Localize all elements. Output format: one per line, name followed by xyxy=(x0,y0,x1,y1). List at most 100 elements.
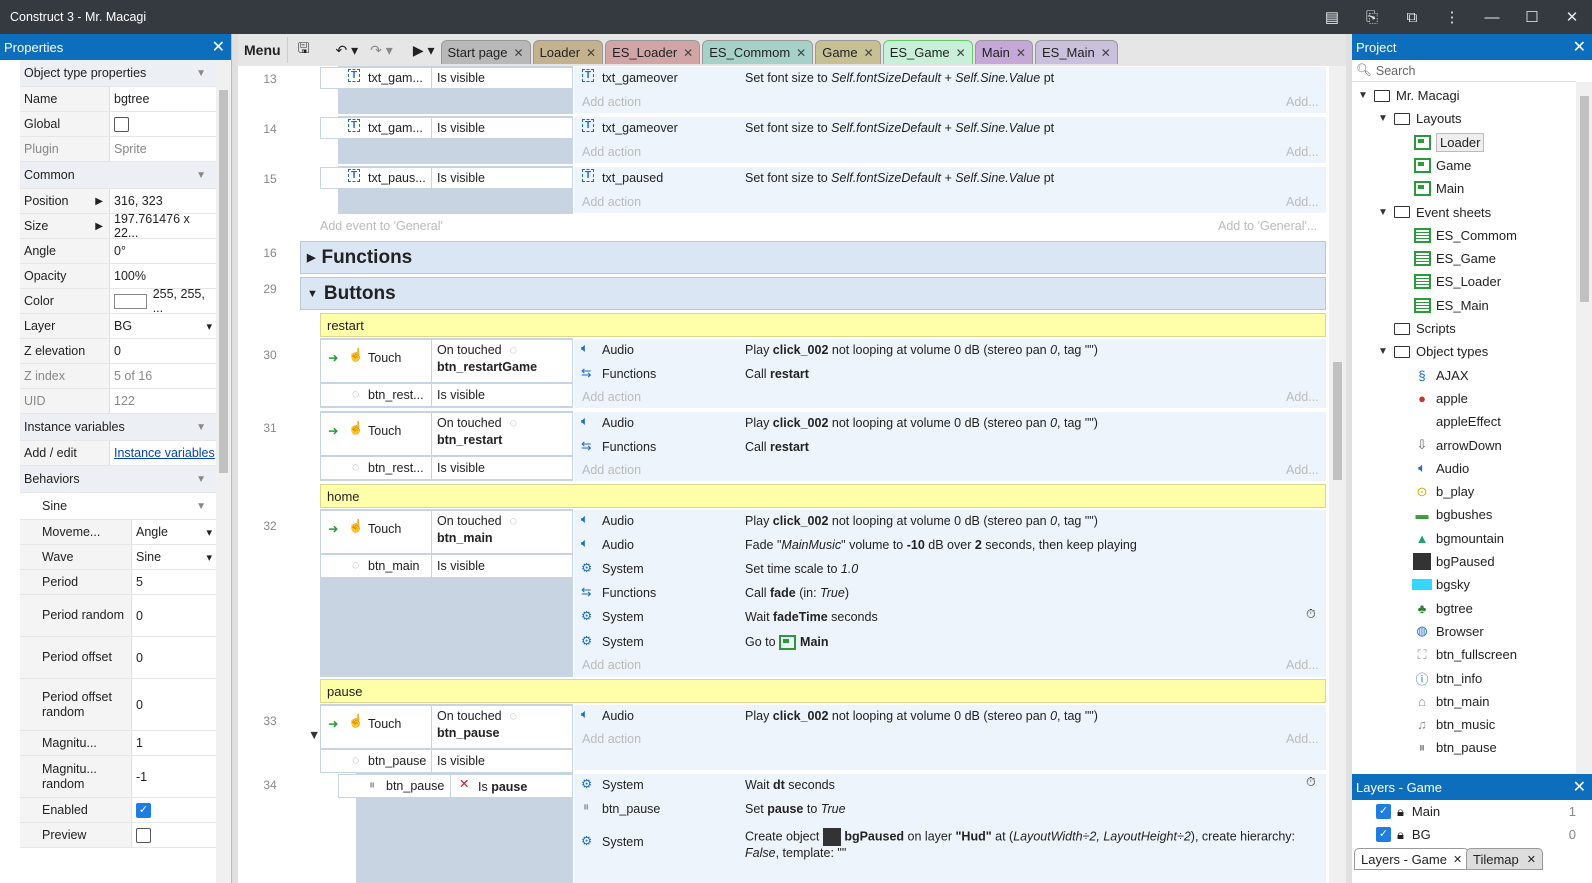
property-row[interactable]: Layer BG ▾ xyxy=(20,314,216,339)
property-row[interactable]: Moveme... Angle ▾ xyxy=(20,520,216,545)
add-action-link[interactable]: Add action xyxy=(582,658,641,672)
add-action-short[interactable]: Add... xyxy=(1286,732,1319,746)
tree-item-arrowdown[interactable]: ⇩ arrowDown xyxy=(1352,434,1576,457)
expand-icon[interactable]: ▶ xyxy=(95,219,103,234)
add-action-link[interactable]: Add action xyxy=(582,195,641,209)
comment-restart[interactable]: restart xyxy=(320,313,1326,337)
search-input[interactable]: 🔍︎ Search xyxy=(1352,60,1576,82)
tab-es-loader[interactable]: ES_Loader ✕ xyxy=(605,40,701,64)
visible-checkbox[interactable]: ✓ xyxy=(1376,827,1391,842)
section-header[interactable]: Instance variables ▼ xyxy=(20,414,216,441)
tree-item-loader[interactable]: Loader xyxy=(1352,131,1576,154)
clipboard-icon[interactable]: ▤ xyxy=(1312,0,1352,34)
tab-es-game[interactable]: ES_Game ✕ xyxy=(882,40,973,64)
tree-item-game[interactable]: Game xyxy=(1352,154,1576,177)
close-icon[interactable]: ✕ xyxy=(864,46,874,60)
tree-item-bgsky[interactable]: bgsky xyxy=(1352,573,1576,596)
add-action-link[interactable]: Add action xyxy=(582,390,641,404)
tab-layers-game[interactable]: Layers - Game ✕ xyxy=(1354,848,1470,870)
tree-item-b-play[interactable]: ⊙ b_play xyxy=(1352,480,1576,503)
close-icon[interactable]: ✕ xyxy=(1573,37,1586,57)
close-icon[interactable]: ✕ xyxy=(586,46,596,60)
redo-icon[interactable]: ↷ ▾ xyxy=(364,37,399,63)
property-row[interactable]: Size ▶ 197.761476 x 22... xyxy=(20,212,216,240)
tree-item-object-types[interactable]: ▼ Object types xyxy=(1352,340,1576,363)
tab-main[interactable]: Main ✕ xyxy=(974,40,1033,64)
tree-item-main[interactable]: Main xyxy=(1352,177,1576,200)
properties-scrollbar[interactable] xyxy=(216,60,231,883)
property-row[interactable]: Position ▶ 316, 323 xyxy=(20,189,216,214)
tab-start-page[interactable]: Start page ✕ xyxy=(440,40,531,64)
tree-item-audio[interactable]: 🔈︎ Audio xyxy=(1352,457,1576,480)
property-row[interactable]: Period random 0 xyxy=(20,595,216,637)
add-action-short[interactable]: Add... xyxy=(1286,195,1319,209)
collapse-icon[interactable]: ▼ xyxy=(1378,113,1392,124)
close-icon[interactable]: ✕ xyxy=(1101,46,1111,60)
close-icon[interactable]: ✕ xyxy=(212,37,225,57)
comment-pause[interactable]: pause xyxy=(320,679,1326,703)
close-icon[interactable]: ✕ xyxy=(1573,777,1586,797)
group-functions[interactable]: ▶ Functions xyxy=(300,241,1326,274)
add-action-link[interactable]: Add action xyxy=(582,95,641,109)
property-row[interactable]: Angle 0° xyxy=(20,239,216,264)
tab-tilemap[interactable]: Tilemap ✕ xyxy=(1466,848,1543,870)
add-action-link[interactable]: Add action xyxy=(582,732,641,746)
tree-item-bgtree[interactable]: ♣ bgtree xyxy=(1352,597,1576,620)
visible-checkbox[interactable]: ✓ xyxy=(1376,804,1391,819)
add-action-short[interactable]: Add... xyxy=(1286,390,1319,404)
add-action-link[interactable]: Add action xyxy=(582,145,641,159)
comment-home[interactable]: home xyxy=(320,484,1326,508)
checkbox[interactable]: ✓ xyxy=(136,802,151,818)
add-action-short[interactable]: Add... xyxy=(1286,145,1319,159)
checkbox[interactable] xyxy=(114,116,129,132)
undo-icon[interactable]: ↶ ▾ xyxy=(330,37,365,63)
property-row[interactable]: Magnitu... random -1 xyxy=(20,756,216,798)
add-action-link[interactable]: Add action xyxy=(582,463,641,477)
tree-item-browser[interactable]: ◍ Browser xyxy=(1352,620,1576,643)
close-icon[interactable]: ✕ xyxy=(796,46,806,60)
instance-variables-link[interactable]: Instance variables xyxy=(114,446,215,460)
collapse-icon[interactable]: ▼ xyxy=(307,288,318,300)
checkbox[interactable] xyxy=(136,827,151,843)
property-row[interactable]: Wave Sine ▾ xyxy=(20,545,216,570)
tree-item-btn-main[interactable]: ⌂ btn_main xyxy=(1352,690,1576,713)
maximize-button[interactable]: ☐ xyxy=(1512,0,1552,34)
collapse-icon[interactable]: ▼ xyxy=(1358,90,1372,101)
property-row[interactable]: Global xyxy=(20,112,216,137)
save-icon[interactable]: 🖫 xyxy=(292,37,316,63)
property-row[interactable]: Name bgtree xyxy=(20,87,216,112)
property-row[interactable]: Opacity 100% xyxy=(20,264,216,289)
layer-row[interactable]: ✓ 🔒︎ Main 1 xyxy=(1376,800,1576,823)
property-row[interactable]: Period 5 xyxy=(20,570,216,595)
tree-item-btn-fullscreen[interactable]: ⛶ btn_fullscreen xyxy=(1352,643,1576,666)
expand-icon[interactable]: ▶ xyxy=(307,251,315,264)
section-header[interactable]: Behaviors ▼ xyxy=(20,466,216,493)
tab-es-commom[interactable]: ES_Commom ✕ xyxy=(702,40,814,64)
add-action-short[interactable]: Add... xyxy=(1286,463,1319,477)
layer-row[interactable]: ✓ 🔒︎ BG 0 xyxy=(1376,823,1576,846)
tree-item-btn-pause[interactable]: ⏸︎ btn_pause xyxy=(1352,736,1576,759)
addon-icon[interactable]: ⧉ xyxy=(1392,0,1432,34)
section-header[interactable]: Object type properties ▼ xyxy=(20,60,216,87)
more-icon[interactable]: ⋮ xyxy=(1432,0,1472,34)
property-row[interactable]: Add / edit Instance variables xyxy=(20,441,216,466)
close-icon[interactable]: ✕ xyxy=(514,46,524,60)
preview-icon[interactable]: ▶ ▾ xyxy=(407,37,441,63)
tree-item-scripts[interactable]: Scripts xyxy=(1352,317,1576,340)
collapse-icon[interactable]: ▼ xyxy=(1378,207,1392,218)
expand-icon[interactable]: ▶ xyxy=(95,194,103,209)
tree-item-ajax[interactable]: § AJAX xyxy=(1352,364,1576,387)
property-row[interactable]: Z index 5 of 16 xyxy=(20,364,216,389)
tree-item-bgbushes[interactable]: ▬ bgbushes xyxy=(1352,503,1576,526)
action-block[interactable] xyxy=(574,510,1326,677)
add-event-link[interactable]: Add event to 'General' xyxy=(320,219,443,233)
section-header[interactable]: Common ▼ xyxy=(20,162,216,189)
close-icon[interactable]: ✕ xyxy=(956,46,966,60)
behavior-header[interactable]: Sine ▼ xyxy=(20,493,216,520)
collapse-icon[interactable]: ▼ xyxy=(1378,346,1392,357)
add-to-general-link[interactable]: Add to 'General'... xyxy=(1218,219,1317,233)
property-row[interactable]: Plugin Sprite xyxy=(20,137,216,162)
tree-item-bgmountain[interactable]: ▲ bgmountain xyxy=(1352,527,1576,550)
property-row[interactable]: Enabled ✓ xyxy=(20,798,216,823)
tree-item-bgpaused[interactable]: bgPaused xyxy=(1352,550,1576,573)
